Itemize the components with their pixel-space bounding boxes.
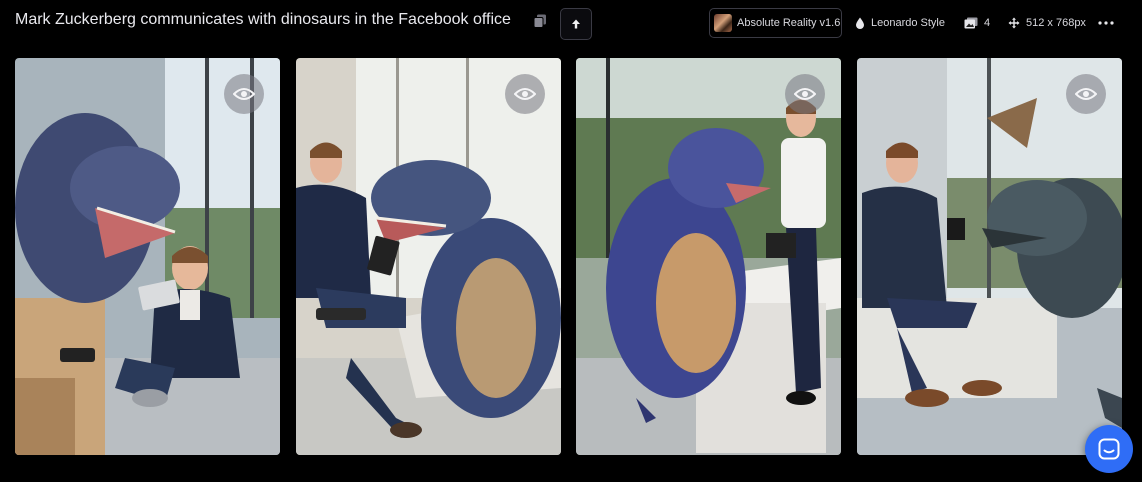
image-1-picture — [15, 58, 280, 455]
image-stack-icon — [964, 17, 978, 29]
view-image-3-button[interactable] — [785, 74, 825, 114]
dimensions-info: 512 x 768px — [1008, 8, 1086, 38]
style-label: Leonardo Style — [871, 17, 945, 29]
copy-prompt-button[interactable] — [530, 11, 550, 31]
more-dots-icon — [1098, 21, 1114, 25]
view-image-2-button[interactable] — [505, 74, 545, 114]
move-arrows-icon — [1008, 17, 1020, 29]
copy-icon — [533, 14, 546, 28]
support-chat-button[interactable] — [1085, 425, 1133, 473]
eye-icon — [233, 88, 255, 100]
style-info: Leonardo Style — [855, 8, 945, 38]
more-options-button[interactable] — [1094, 12, 1118, 34]
model-name: Absolute Reality v1.6 — [737, 17, 841, 29]
prompt-text: Mark Zuckerberg communicates with dinosa… — [15, 11, 511, 28]
image-count: 4 — [984, 17, 991, 29]
image-2-picture — [296, 58, 561, 455]
drop-icon — [856, 17, 864, 29]
chat-icon — [1098, 438, 1120, 460]
image-gallery — [15, 58, 1122, 455]
view-image-1-button[interactable] — [224, 74, 264, 114]
generated-image-1[interactable] — [15, 58, 280, 455]
image-4-picture — [857, 58, 1122, 455]
generated-image-4[interactable] — [857, 58, 1122, 455]
generated-image-2[interactable] — [296, 58, 561, 455]
generation-header: Mark Zuckerberg communicates with dinosa… — [0, 0, 1142, 48]
image-3-picture — [576, 58, 841, 455]
view-image-4-button[interactable] — [1066, 74, 1106, 114]
eye-icon — [794, 88, 816, 100]
model-chip[interactable]: Absolute Reality v1.6 — [709, 8, 842, 38]
eye-icon — [1075, 88, 1097, 100]
dimensions-label: 512 x 768px — [1026, 17, 1086, 29]
model-thumbnail — [714, 14, 732, 32]
arrow-up-icon — [572, 19, 580, 29]
eye-icon — [514, 88, 536, 100]
image-count-info: 4 — [964, 8, 990, 38]
use-prompt-button[interactable] — [560, 8, 592, 40]
generated-image-3[interactable] — [576, 58, 841, 455]
